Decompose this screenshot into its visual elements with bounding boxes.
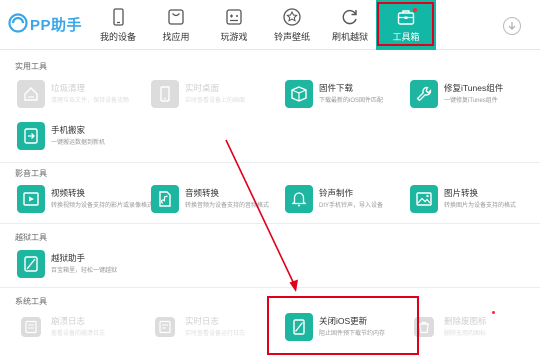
tool-video-convert[interactable]: 视频转换 转换视频为设备支持的影片或录像格式 [17, 185, 153, 215]
section-title: 实用工具 [15, 62, 47, 71]
desktop-icon [151, 80, 179, 108]
nav-my-device[interactable]: 我的设备 [88, 0, 148, 50]
nav-label: 玩游戏 [220, 32, 248, 42]
tool-desc: 一键修复iTunes组件 [444, 98, 498, 104]
annotation-arrow [225, 139, 298, 292]
image-icon [410, 185, 438, 213]
box-icon [285, 80, 313, 108]
tool-desc: 转换视频为设备支持的影片或录像格式 [51, 203, 154, 209]
tool-name: 越狱助手 [51, 253, 86, 263]
nav-ringtones-wallpapers[interactable]: 铃声壁纸 [262, 0, 322, 50]
notification-dot [413, 8, 417, 12]
tool-desc: 实时查看设备运行日志 [185, 331, 246, 337]
tool-audio-convert[interactable]: 音频转换 转换音频为设备支持的音频格式 [151, 185, 269, 215]
jailbreak-icon [17, 250, 45, 278]
tool-repair-itunes[interactable]: 修复iTunes组件 一键修复iTunes组件 [410, 80, 528, 110]
section-title: 影音工具 [15, 169, 47, 178]
tool-delete-dead-icons: 删除废图标 删除无用的图标 [410, 311, 528, 343]
audio-icon [151, 185, 179, 213]
app-logo: PP助手 [8, 11, 82, 35]
tool-crash-log: 崩溃日志 查看设备的崩溃日志 [17, 313, 135, 343]
tool-desc: 删除无用的图标 [444, 331, 487, 337]
nav-find-apps[interactable]: 找应用 [146, 0, 206, 50]
section-divider [0, 287, 540, 288]
tool-desc: 阻止固件预下载节约内存 [319, 331, 386, 337]
wrench-icon [410, 80, 438, 108]
tool-name: 实时桌面 [185, 83, 220, 93]
tool-name: 音频转换 [185, 188, 220, 198]
star-icon [283, 8, 301, 26]
tool-desc: 转换图片为设备支持的格式 [444, 203, 517, 209]
nav-label: 工具箱 [392, 32, 420, 42]
app-name: PP助手 [30, 17, 83, 34]
tool-junk-clean: 垃圾清理 清理垃圾文件，保持设备流畅 [17, 80, 135, 110]
tool-name: 手机搬家 [51, 125, 86, 135]
realtime-log-icon [155, 317, 175, 337]
tool-live-desktop: 实时桌面 实时查看设备上的画面 [151, 80, 269, 110]
trash-icon [414, 317, 434, 337]
video-icon [17, 185, 45, 213]
download-button[interactable] [503, 17, 521, 35]
section-divider [0, 162, 540, 163]
tool-desc: 百宝箱里，轻松一键越狱 [51, 268, 118, 274]
refresh-icon [342, 9, 357, 25]
tool-name: 垃圾清理 [51, 83, 86, 93]
tool-name: 关闭iOS更新 [319, 316, 368, 326]
tool-desc: 清理垃圾文件，保持设备流畅 [51, 98, 130, 104]
tool-desc: 实时查看设备上的画面 [185, 98, 246, 104]
tool-name: 固件下载 [319, 83, 354, 93]
tool-desc: 下载最新的iOS固件匹配 [319, 98, 384, 104]
section-title: 越狱工具 [15, 233, 47, 242]
transfer-icon [17, 122, 45, 150]
tool-name: 修复iTunes组件 [444, 83, 504, 93]
bell-icon [285, 185, 313, 213]
tool-desc: 转换音频为设备支持的音频格式 [185, 203, 270, 209]
log-icon [21, 317, 41, 337]
tool-name: 实时日志 [185, 316, 220, 326]
tool-phone-migration[interactable]: 手机搬家 一键搬运数据到新机 [17, 122, 135, 152]
tool-jailbreak-assistant[interactable]: 越狱助手 百宝箱里，轻松一键越狱 [17, 250, 135, 280]
nav-toolbox[interactable]: 工具箱 [376, 0, 436, 50]
tool-desc: DIY手机铃声，导入设备 [319, 203, 384, 209]
pp-logo-icon [8, 13, 28, 33]
section-divider [0, 223, 540, 224]
shopping-bag-icon [168, 9, 184, 25]
tool-disable-ios-update[interactable]: 关闭iOS更新 阻止固件预下载节约内存 [285, 313, 403, 343]
gamepad-icon [226, 9, 242, 25]
nav-label: 刷机越狱 [331, 32, 368, 42]
tool-name: 崩溃日志 [51, 316, 86, 326]
tool-desc: 查看设备的崩溃日志 [51, 331, 106, 337]
tool-name: 视频转换 [51, 188, 86, 198]
nav-label: 我的设备 [99, 32, 136, 42]
no-update-icon [285, 313, 313, 341]
tool-desc: 一键搬运数据到新机 [51, 140, 106, 146]
tool-realtime-log: 实时日志 实时查看设备运行日志 [151, 313, 269, 343]
tool-image-convert[interactable]: 图片转换 转换图片为设备支持的格式 [410, 185, 528, 215]
nav-label: 铃声壁纸 [273, 32, 310, 42]
nav-flash-jailbreak[interactable]: 刷机越狱 [320, 0, 380, 50]
nav-label: 找应用 [162, 32, 190, 42]
phone-icon [113, 8, 124, 26]
download-icon [508, 22, 516, 30]
notification-dot [492, 311, 495, 314]
tool-name: 删除废图标 [444, 316, 487, 326]
tool-name: 图片转换 [444, 188, 479, 198]
tool-name: 铃声制作 [319, 188, 354, 198]
broom-icon [17, 80, 45, 108]
nav-games[interactable]: 玩游戏 [204, 0, 264, 50]
tool-firmware-download[interactable]: 固件下载 下载最新的iOS固件匹配 [285, 80, 403, 110]
tool-ringtone-maker[interactable]: 铃声制作 DIY手机铃声，导入设备 [285, 185, 403, 215]
section-title: 系统工具 [15, 297, 47, 306]
top-toolbar: PP助手 我的设备 找应用 玩游戏 铃声壁纸 刷机越狱 工具箱 [0, 0, 540, 50]
